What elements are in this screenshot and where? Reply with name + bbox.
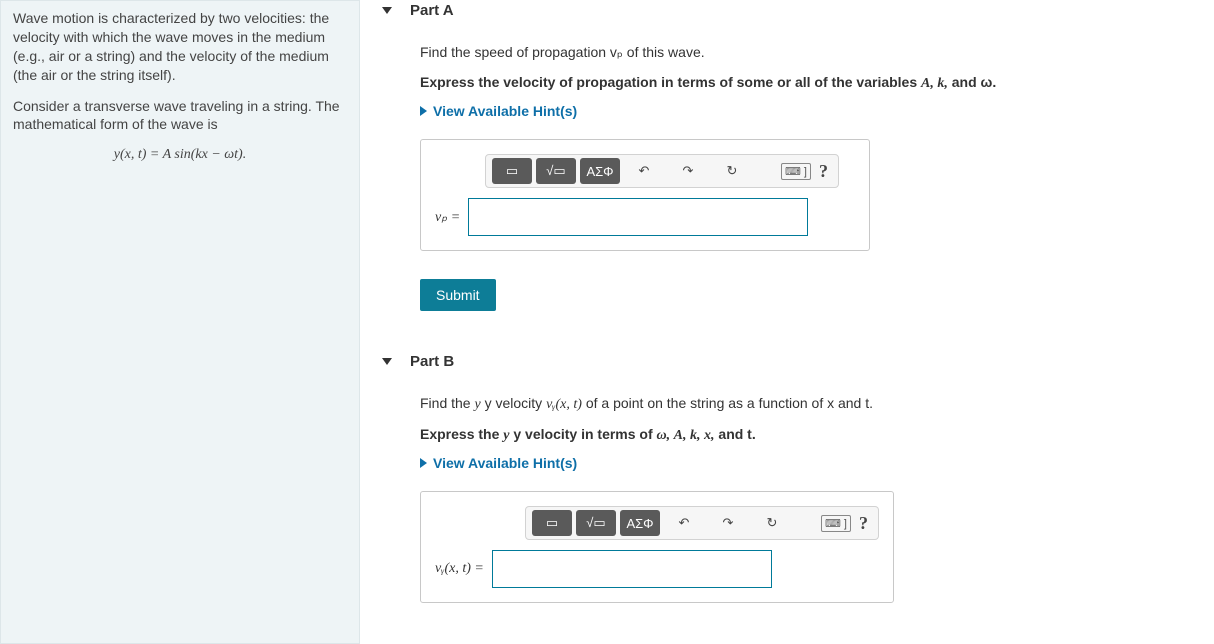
- collapse-icon: [382, 7, 392, 14]
- undo-button[interactable]: ↶: [664, 510, 704, 536]
- part-a-submit-button[interactable]: Submit: [420, 279, 496, 311]
- part-a-answer-box: ▭ √▭ ΑΣΦ ↶ ↷ ↻ ⌨ ] ? vₚ =: [420, 139, 870, 251]
- part-a-express: Express the velocity of propagation in t…: [420, 73, 1194, 94]
- equation-toolbar: ▭ √▭ ΑΣΦ ↶ ↷ ↻ ⌨ ] ?: [485, 154, 839, 188]
- part-b-hints-toggle[interactable]: View Available Hint(s): [420, 455, 1194, 471]
- part-b-question: Find the y y velocity vᵧ(x, t) of a poin…: [420, 394, 1194, 415]
- undo-button[interactable]: ↶: [624, 158, 664, 184]
- part-a-title: Part A: [410, 2, 454, 19]
- keyboard-button[interactable]: ⌨ ]: [821, 515, 851, 532]
- part-a-header[interactable]: Part A: [360, 0, 1214, 29]
- part-a-body: Find the speed of propagation vₚ of this…: [360, 29, 1214, 333]
- part-b-body: Find the y y velocity vᵧ(x, t) of a poin…: [360, 380, 1214, 639]
- part-b-title: Part B: [410, 353, 454, 370]
- part-b-answer-box: ▭ √▭ ΑΣΦ ↶ ↷ ↻ ⌨ ] ? vᵧ(x, t) =: [420, 491, 894, 603]
- keyboard-button[interactable]: ⌨ ]: [781, 163, 811, 180]
- part-b-answer-label: vᵧ(x, t) =: [435, 561, 484, 577]
- part-b-header[interactable]: Part B: [360, 351, 1214, 380]
- part-a-answer-label: vₚ =: [435, 209, 460, 226]
- collapse-icon: [382, 358, 392, 365]
- reset-button[interactable]: ↻: [712, 158, 752, 184]
- sqrt-button[interactable]: √▭: [576, 510, 616, 536]
- reset-button[interactable]: ↻: [752, 510, 792, 536]
- intro-paragraph-1: Wave motion is characterized by two velo…: [13, 9, 347, 85]
- template-button[interactable]: ▭: [532, 510, 572, 536]
- template-button[interactable]: ▭: [492, 158, 532, 184]
- part-b-answer-input[interactable]: [492, 550, 772, 588]
- part-a-hints-toggle[interactable]: View Available Hint(s): [420, 103, 1194, 119]
- problem-intro-panel: Wave motion is characterized by two velo…: [0, 0, 360, 644]
- part-b-express: Express the y y velocity in terms of ω, …: [420, 425, 1194, 446]
- equation-toolbar: ▭ √▭ ΑΣΦ ↶ ↷ ↻ ⌨ ] ?: [525, 506, 879, 540]
- chevron-right-icon: [420, 106, 427, 116]
- help-button[interactable]: ?: [855, 513, 872, 534]
- greek-button[interactable]: ΑΣΦ: [620, 510, 660, 536]
- chevron-right-icon: [420, 458, 427, 468]
- redo-button[interactable]: ↷: [668, 158, 708, 184]
- wave-equation: y(x, t) = A sin(kx − ωt).: [13, 146, 347, 165]
- part-a-question: Find the speed of propagation vₚ of this…: [420, 43, 1194, 63]
- redo-button[interactable]: ↷: [708, 510, 748, 536]
- sqrt-button[interactable]: √▭: [536, 158, 576, 184]
- main-content: Part A Find the speed of propagation vₚ …: [360, 0, 1214, 644]
- help-button[interactable]: ?: [815, 161, 832, 182]
- intro-paragraph-2: Consider a transverse wave traveling in …: [13, 97, 347, 135]
- hints-label: View Available Hint(s): [433, 103, 577, 119]
- greek-button[interactable]: ΑΣΦ: [580, 158, 620, 184]
- hints-label: View Available Hint(s): [433, 455, 577, 471]
- part-a-answer-input[interactable]: [468, 198, 808, 236]
